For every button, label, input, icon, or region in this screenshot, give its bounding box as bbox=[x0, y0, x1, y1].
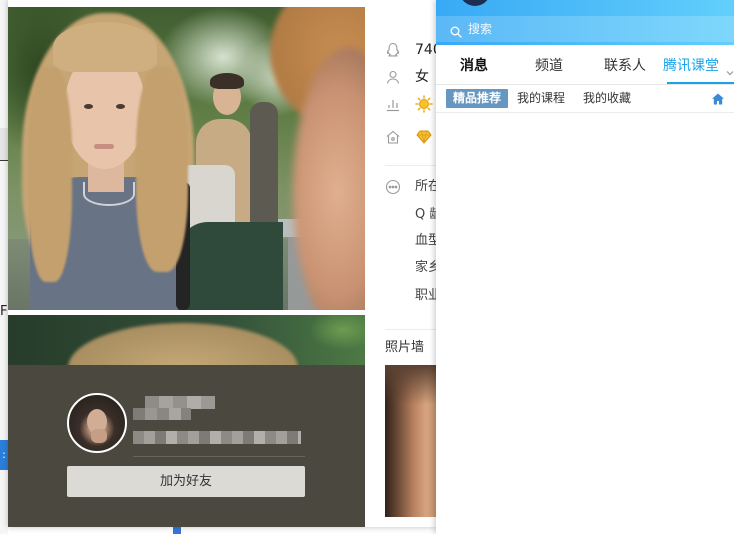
blood-type-label: 血型 bbox=[415, 233, 436, 248]
photo-wall-title: 照片墙 bbox=[385, 340, 425, 355]
photo-detail bbox=[116, 104, 125, 109]
q-age-label: Q 龄 bbox=[415, 207, 436, 222]
photo-detail bbox=[94, 144, 114, 149]
divider bbox=[436, 84, 734, 85]
tab-tencent-classroom[interactable]: 腾讯课堂 bbox=[656, 56, 726, 76]
photo-detail bbox=[308, 315, 365, 350]
tab-messages[interactable]: 消息 bbox=[439, 56, 509, 76]
chart-icon bbox=[385, 96, 401, 112]
photo-detail bbox=[68, 323, 298, 365]
divider bbox=[436, 112, 734, 113]
taskbar-sliver bbox=[173, 526, 181, 534]
photo-detail bbox=[83, 182, 135, 206]
panel-header bbox=[436, 0, 734, 45]
photo-wall-thumbnail[interactable] bbox=[385, 365, 436, 517]
hometown-label: 家乡 bbox=[415, 260, 436, 275]
person-icon bbox=[385, 69, 401, 85]
blurred-account-id bbox=[133, 431, 301, 444]
background-window-blue-tab[interactable]: : bbox=[0, 440, 8, 470]
qq-main-panel: 消息 频道 联系人 腾讯课堂 精品推荐 我的课程 我的收藏 bbox=[436, 0, 734, 534]
profile-info-panel: 740 女 所在 Q 龄 血型 家乡 bbox=[365, 0, 436, 527]
location-label: 所在 bbox=[415, 179, 436, 194]
photo-detail bbox=[91, 429, 107, 443]
search-bar[interactable] bbox=[436, 16, 734, 42]
divider bbox=[133, 456, 305, 457]
desktop: F : 加为好友 74 女 所在 Q 龄 血型 家乡 职业 照片墙 搜索 消息 … bbox=[0, 0, 734, 534]
profile-identity-panel: 加为好友 bbox=[8, 365, 365, 527]
blurred-nickname bbox=[133, 408, 191, 420]
profile-second-photo[interactable] bbox=[8, 315, 365, 365]
subtab-my-favorites[interactable]: 我的收藏 bbox=[583, 89, 631, 108]
background-window: F : bbox=[0, 0, 8, 534]
photo-detail bbox=[136, 67, 188, 272]
profile-card-window: 加为好友 740 女 bbox=[8, 0, 436, 527]
home-icon[interactable] bbox=[711, 91, 725, 105]
search-input[interactable] bbox=[468, 16, 718, 42]
user-avatar[interactable] bbox=[460, 0, 490, 6]
subtab-my-courses[interactable]: 我的课程 bbox=[517, 89, 565, 108]
photo-detail bbox=[28, 67, 72, 282]
photo-detail bbox=[210, 73, 244, 89]
chevron-down-icon[interactable] bbox=[726, 62, 734, 76]
profile-cover-photo[interactable] bbox=[8, 7, 365, 310]
photo-detail bbox=[53, 22, 157, 72]
gender-value: 女 bbox=[415, 69, 429, 85]
background-window-text: F bbox=[0, 304, 8, 319]
sun-icon[interactable] bbox=[415, 95, 433, 113]
tab-contacts[interactable]: 联系人 bbox=[590, 56, 660, 76]
background-window-divider bbox=[0, 160, 8, 161]
subtab-featured[interactable]: 精品推荐 bbox=[446, 89, 508, 108]
photo-detail bbox=[250, 102, 278, 242]
photo-detail bbox=[178, 222, 283, 310]
background-window-panel bbox=[0, 128, 8, 160]
penguin-icon bbox=[385, 42, 401, 58]
house-icon bbox=[385, 129, 401, 145]
more-dots-icon bbox=[385, 179, 401, 195]
qq-number: 740 bbox=[415, 42, 436, 58]
divider bbox=[385, 165, 436, 166]
photo-detail bbox=[385, 365, 436, 405]
search-icon bbox=[450, 23, 462, 38]
add-friend-button[interactable]: 加为好友 bbox=[67, 466, 305, 497]
avatar[interactable] bbox=[67, 393, 127, 453]
tab-channels[interactable]: 频道 bbox=[514, 56, 584, 76]
divider bbox=[385, 329, 436, 330]
crown-icon[interactable] bbox=[415, 129, 433, 145]
photo-detail bbox=[84, 104, 93, 109]
occupation-label: 职业 bbox=[415, 288, 436, 303]
